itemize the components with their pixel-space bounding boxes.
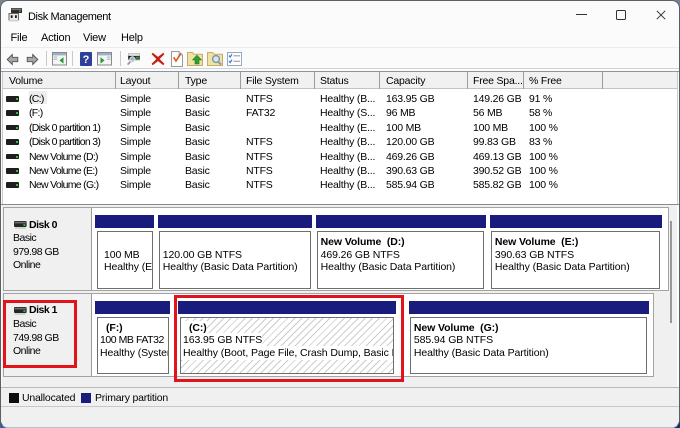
svg-text:?: ? [83,54,90,66]
